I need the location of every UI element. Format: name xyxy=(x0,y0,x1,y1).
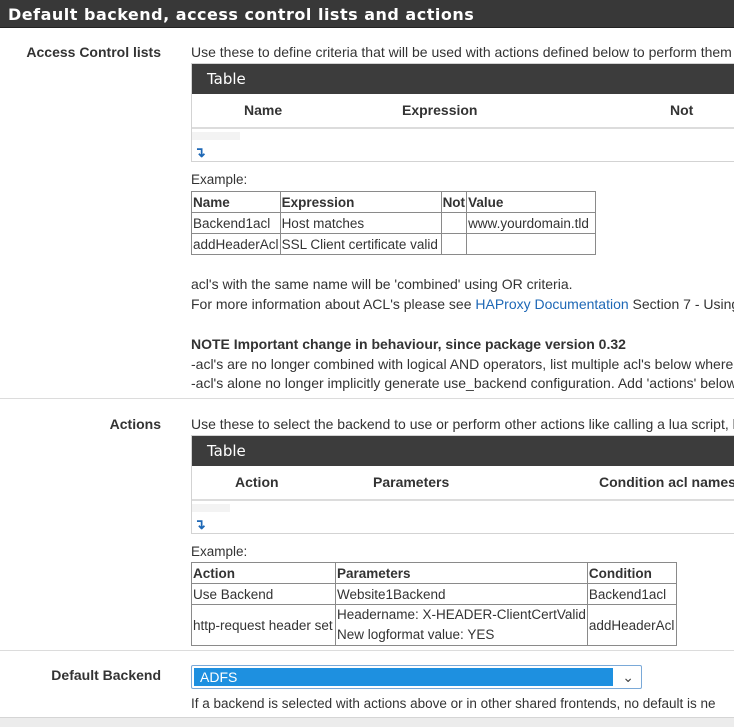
actions-table: Table Action Parameters Condition acl na… xyxy=(191,435,734,534)
section-divider xyxy=(0,650,734,651)
table-cell xyxy=(440,233,468,255)
example-header-cell: Name xyxy=(191,191,281,213)
actions-description: Use these to select the backend to use o… xyxy=(191,416,734,432)
acl-description: Use these to define criteria that will b… xyxy=(191,44,732,60)
important-note-line-1: -acl's are no longer combined with logic… xyxy=(191,356,734,372)
add-row-icon[interactable]: ↴ xyxy=(194,516,206,533)
table-cell: www.yourdomain.tld xyxy=(466,212,597,234)
table-cell: Backend1acl xyxy=(586,583,677,605)
actions-table-title: Table xyxy=(192,436,734,466)
add-row-icon[interactable]: ↴ xyxy=(194,144,206,161)
section-divider xyxy=(0,398,734,399)
example-header-cell: Expression xyxy=(279,191,442,213)
table-row: addHeaderAcl SSL Client certificate vali… xyxy=(191,233,597,255)
table-row: Backend1acl Host matches www.yourdomain.… xyxy=(191,212,597,234)
chevron-down-icon[interactable]: ⌄ xyxy=(622,666,634,688)
example-header-cell: Action xyxy=(191,562,336,584)
default-backend-select[interactable]: ADFS ⌄ xyxy=(191,665,642,689)
important-note-line-2: -acl's alone no longer implicitly genera… xyxy=(191,375,734,391)
acl-table-header: Name Expression Not xyxy=(192,94,734,129)
acl-table: Table Name Expression Not ↴ xyxy=(191,63,734,162)
table-cell: Use Backend xyxy=(191,583,336,605)
acl-row-placeholder xyxy=(192,132,240,140)
acl-table-title: Table xyxy=(192,64,734,94)
haproxy-docs-link[interactable]: HAProxy Documentation xyxy=(475,296,628,312)
acl-example-table: Name Expression Not Value Backend1acl Ho… xyxy=(191,191,597,255)
param-line: New logformat value: YES xyxy=(337,627,495,642)
acl-table-body: ↴ xyxy=(192,129,734,161)
param-line: Headername: X-HEADER-ClientCertValid xyxy=(337,607,586,622)
table-cell: http-request header set xyxy=(191,604,336,646)
default-backend-help: If a backend is selected with actions ab… xyxy=(191,696,716,711)
acl-note-docs: For more information about ACL's please … xyxy=(191,296,734,312)
actions-row-placeholder xyxy=(192,504,230,512)
acl-label: Access Control lists xyxy=(26,44,161,60)
important-note-title: NOTE Important change in behaviour, sinc… xyxy=(191,336,626,352)
example-header-cell: Condition xyxy=(586,562,677,584)
actions-example-table: Action Parameters Condition Use Backend … xyxy=(191,562,677,646)
actions-col-condition: Condition acl names xyxy=(599,474,734,490)
acl-col-expression: Expression xyxy=(402,102,478,118)
acl-col-name: Name xyxy=(244,102,283,118)
table-cell xyxy=(466,233,597,255)
table-row: Use Backend Website1Backend Backend1acl xyxy=(191,583,677,605)
table-row: Action Parameters Condition xyxy=(191,562,677,584)
default-backend-selected: ADFS xyxy=(194,668,613,686)
panel-title: Default backend, access control lists an… xyxy=(8,5,475,24)
actions-table-body: ↴ xyxy=(192,501,734,533)
table-cell: Host matches xyxy=(279,212,442,234)
table-row: Name Expression Not Value xyxy=(191,191,597,213)
acl-example-label: Example: xyxy=(191,172,248,187)
table-cell: Headername: X-HEADER-ClientCertValid New … xyxy=(335,604,588,646)
table-cell: addHeaderAcl xyxy=(191,233,281,255)
example-header-cell: Parameters xyxy=(335,562,588,584)
acl-note-docs-suffix: Section 7 - Using xyxy=(628,296,734,312)
table-cell xyxy=(440,212,468,234)
table-cell: SSL Client certificate valid xyxy=(279,233,442,255)
acl-col-not: Not xyxy=(670,102,694,118)
actions-label: Actions xyxy=(109,416,161,432)
acl-note-combined: acl's with the same name will be 'combin… xyxy=(191,276,573,292)
panel-header: Default backend, access control lists an… xyxy=(0,0,734,28)
example-header-cell: Not xyxy=(440,191,468,213)
table-cell: Backend1acl xyxy=(191,212,281,234)
table-cell: addHeaderAcl xyxy=(586,604,677,646)
table-cell: Website1Backend xyxy=(335,583,588,605)
actions-col-action: Action xyxy=(235,474,279,490)
actions-table-header: Action Parameters Condition acl names xyxy=(192,466,734,501)
actions-example-label: Example: xyxy=(191,544,248,559)
default-backend-label: Default Backend xyxy=(51,667,161,683)
example-header-cell: Value xyxy=(466,191,597,213)
table-row: http-request header set Headername: X-HE… xyxy=(191,604,677,646)
acl-note-docs-prefix: For more information about ACL's please … xyxy=(191,296,476,312)
actions-col-parameters: Parameters xyxy=(373,474,450,490)
